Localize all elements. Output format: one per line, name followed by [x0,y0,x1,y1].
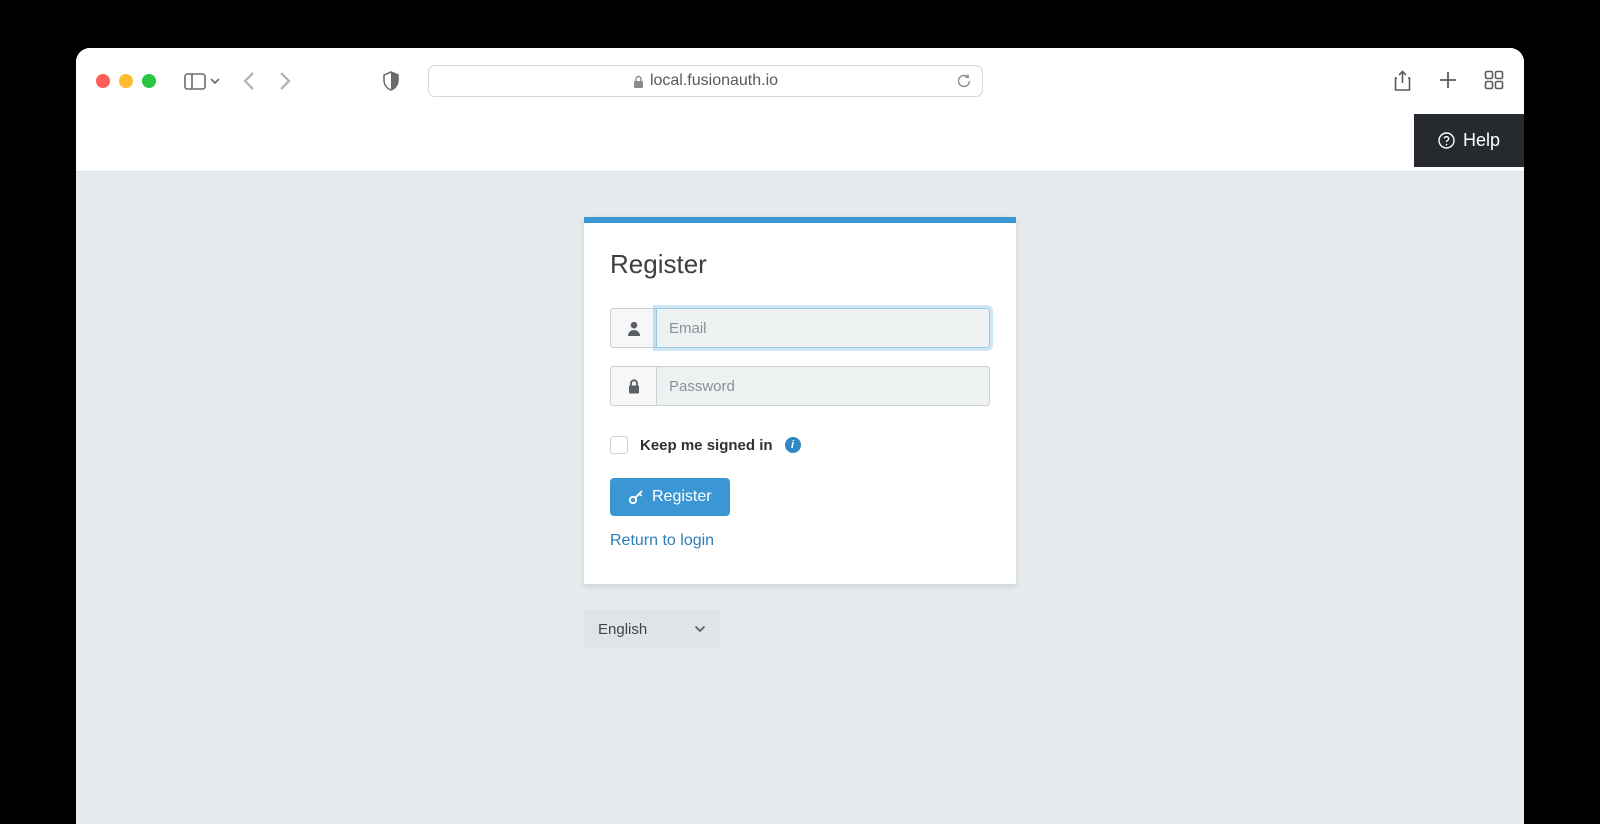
chevron-down-icon [694,625,706,633]
nav-arrows [242,71,292,91]
tab-overview-button[interactable] [1484,70,1504,90]
lock-icon [633,75,644,88]
register-card: Register [584,217,1016,584]
help-icon [1438,132,1455,149]
return-to-login-link[interactable]: Return to login [610,532,714,549]
password-field[interactable] [656,366,990,406]
card-title: Register [610,249,990,280]
refresh-button[interactable] [956,73,972,89]
sidebar-icon [184,73,206,90]
new-tab-button[interactable] [1438,70,1458,90]
url-text: local.fusionauth.io [650,72,778,90]
keep-signed-in-checkbox[interactable] [610,436,628,454]
language-select[interactable]: English [584,610,720,648]
close-window-button[interactable] [96,74,110,88]
browser-toolbar: local.fusionauth.io [76,48,1524,114]
forward-button[interactable] [278,71,292,91]
user-icon [610,308,656,348]
email-field[interactable] [656,308,990,348]
register-button[interactable]: Register [610,478,730,516]
info-icon[interactable]: i [785,437,801,453]
maximize-window-button[interactable] [142,74,156,88]
toolbar-right [1393,70,1504,92]
back-button[interactable] [242,71,256,91]
email-input-group [610,308,990,348]
password-input-group [610,366,990,406]
address-bar[interactable]: local.fusionauth.io [428,65,983,97]
privacy-shield-button[interactable] [382,71,400,91]
language-selected-label: English [598,621,647,638]
lock-icon [610,366,656,406]
sidebar-toggle-button[interactable] [184,73,220,90]
page-body: Register [76,171,1524,824]
minimize-window-button[interactable] [119,74,133,88]
help-label: Help [1463,130,1500,151]
key-icon [628,489,644,505]
share-button[interactable] [1393,70,1412,92]
window-controls [96,74,156,88]
chevron-down-icon [210,78,220,85]
browser-window: local.fusionauth.io [76,48,1524,824]
keep-signed-in-label: Keep me signed in [640,437,773,454]
page-content: Help Register [76,114,1524,824]
help-button[interactable]: Help [1414,114,1524,167]
shield-icon [382,71,400,91]
register-button-label: Register [652,488,712,506]
keep-signed-in-row: Keep me signed in i [610,436,990,454]
